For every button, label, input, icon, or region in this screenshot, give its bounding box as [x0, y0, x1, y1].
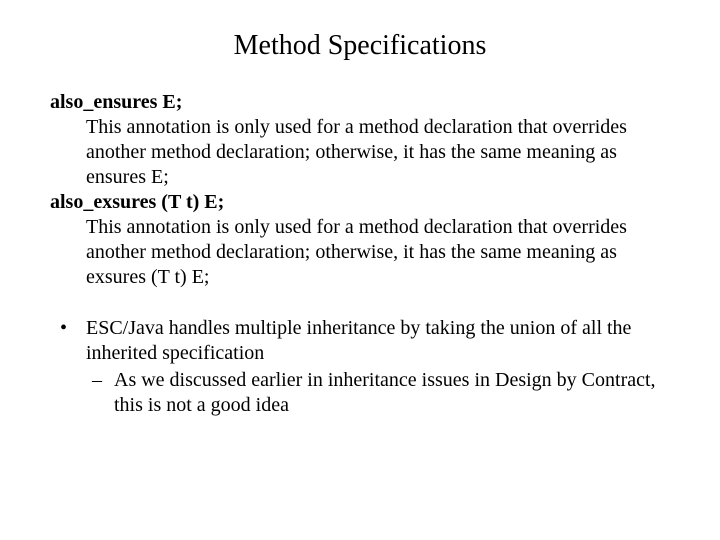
spec-description: This annotation is only used for a metho…: [86, 115, 670, 190]
bullet-list: ESC/Java handles multiple inheritance by…: [50, 316, 670, 418]
spec-term: also_exsures (T t) E;: [50, 190, 670, 215]
page-title: Method Specifications: [50, 30, 670, 62]
list-item-text: ESC/Java handles multiple inheritance by…: [86, 317, 631, 364]
slide: Method Specifications also_ensures E; Th…: [0, 0, 720, 540]
specifications-block: also_ensures E; This annotation is only …: [50, 90, 670, 290]
list-item: ESC/Java handles multiple inheritance by…: [50, 316, 670, 418]
spec-term: also_ensures E;: [50, 90, 670, 115]
sub-bullet-list: As we discussed earlier in inheritance i…: [86, 368, 670, 418]
sub-list-item: As we discussed earlier in inheritance i…: [86, 368, 670, 418]
spec-description: This annotation is only used for a metho…: [86, 215, 670, 290]
sub-list-item-text: As we discussed earlier in inheritance i…: [114, 369, 656, 416]
